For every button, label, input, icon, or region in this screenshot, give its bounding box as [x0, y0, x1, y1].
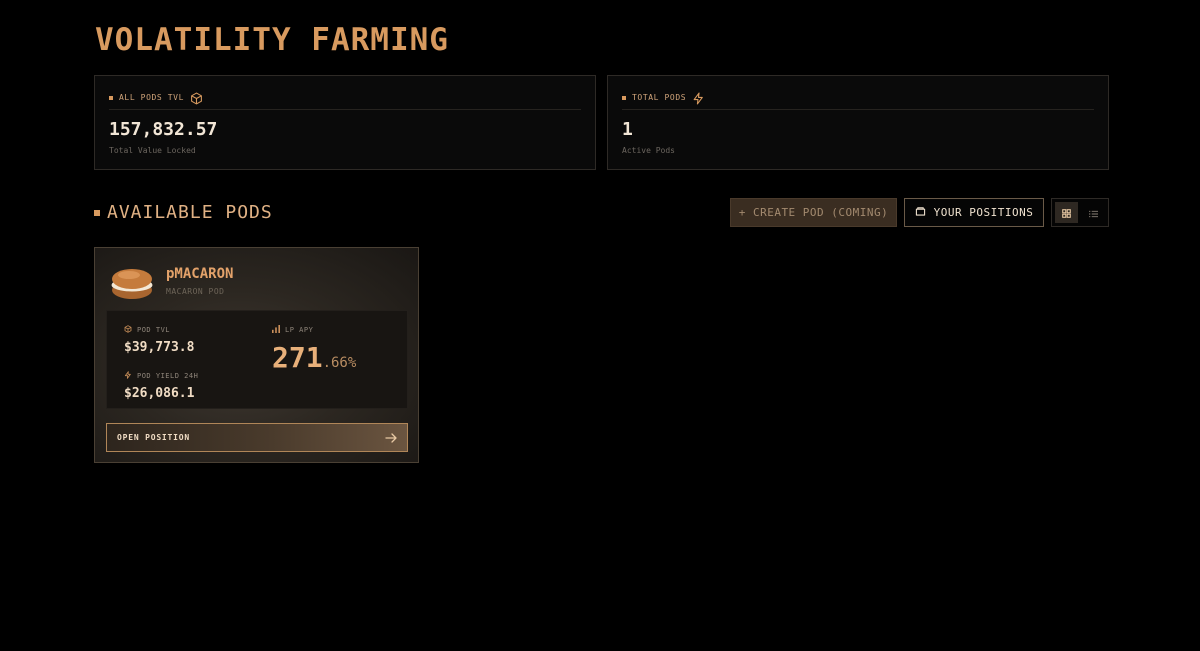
stat-card-header: ALL PODS TVL [109, 90, 581, 110]
cube-icon [124, 325, 132, 335]
stat-card-total-pods: TOTAL PODS 1 Active Pods [607, 75, 1109, 170]
pod-name: pMACARON [166, 266, 234, 282]
stat-subtitle: Active Pods [622, 146, 675, 155]
macaron-image [110, 265, 154, 305]
pod-tvl-label: POD TVL [124, 325, 170, 335]
lp-apy-label-text: LP APY [285, 326, 314, 334]
stat-value: 1 [622, 119, 633, 140]
pod-card[interactable]: pMACARON MACARON POD POD TVL $39,773.8 P [94, 247, 419, 463]
bar-chart-icon [272, 325, 280, 335]
stat-value: 157,832.57 [109, 119, 218, 140]
pod-yield-label-text: POD YIELD 24H [137, 372, 199, 380]
stat-card-tvl: ALL PODS TVL 157,832.57 Total Value Lock… [94, 75, 596, 170]
open-position-button[interactable]: OPEN POSITION [106, 423, 408, 452]
wallet-icon [915, 206, 926, 219]
pod-tvl-label-text: POD TVL [137, 326, 171, 334]
cube-icon [190, 90, 203, 109]
bullet-icon [622, 96, 626, 100]
pod-stats-panel: POD TVL $39,773.8 POD YIELD 24H $26,086.… [106, 310, 408, 409]
view-toggle [1051, 198, 1109, 227]
volatility-farming-page: VOLATILITY FARMING ALL PODS TVL 157,832.… [0, 0, 1200, 651]
open-position-label: OPEN POSITION [117, 433, 191, 442]
list-icon [1089, 203, 1098, 222]
pod-subtitle: MACARON POD [166, 287, 225, 296]
apy-integer: 271 [272, 341, 323, 374]
stat-card-header: TOTAL PODS [622, 90, 1094, 110]
your-positions-button[interactable]: YOUR POSITIONS [904, 198, 1044, 227]
stat-label: ALL PODS TVL [119, 93, 184, 102]
list-view-button[interactable] [1082, 202, 1105, 223]
section-title: AVAILABLE PODS [94, 202, 273, 223]
grid-view-button[interactable] [1055, 202, 1078, 223]
pod-yield-value: $26,086.1 [124, 386, 195, 401]
bullet-icon [94, 209, 100, 216]
lp-apy-label: LP APY [272, 325, 313, 335]
pod-yield-label: POD YIELD 24H [124, 371, 198, 381]
pod-tvl-value: $39,773.8 [124, 340, 195, 355]
grid-icon [1062, 203, 1071, 222]
lightning-icon [124, 371, 132, 381]
stat-label: TOTAL PODS [632, 93, 687, 102]
apy-decimal: .66% [322, 355, 357, 371]
your-positions-label: YOUR POSITIONS [933, 206, 1034, 219]
bullet-icon [109, 96, 113, 100]
lightning-icon [692, 90, 705, 109]
section-title-text: AVAILABLE PODS [107, 202, 273, 223]
page-title: VOLATILITY FARMING [95, 22, 449, 58]
create-pod-label: + CREATE POD (COMING) [738, 206, 889, 219]
arrow-right-icon [385, 428, 397, 447]
lp-apy-value: 271.66% [272, 341, 356, 374]
create-pod-button[interactable]: + CREATE POD (COMING) [730, 198, 897, 227]
stat-subtitle: Total Value Locked [109, 146, 196, 155]
